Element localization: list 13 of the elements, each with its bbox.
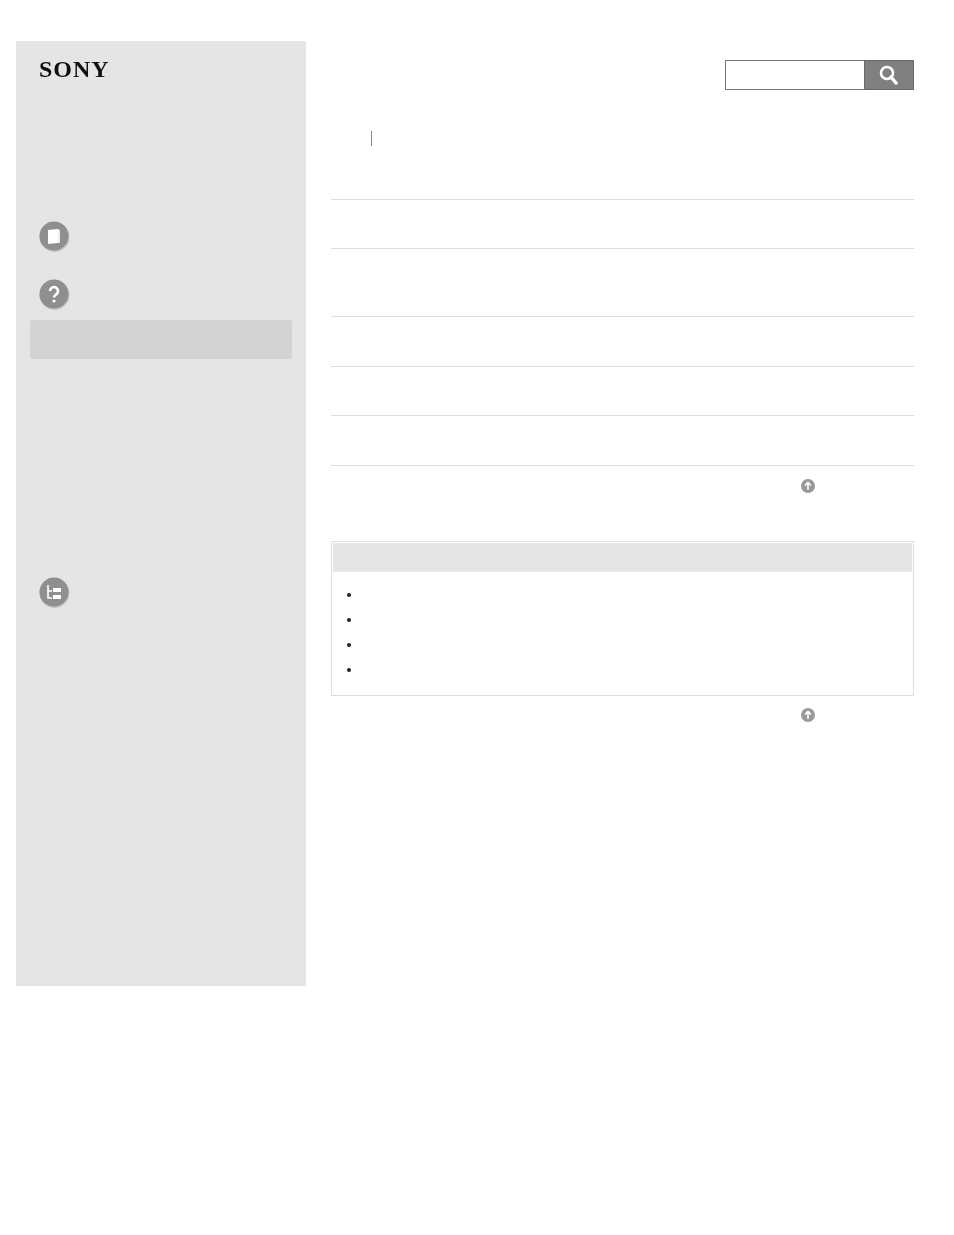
sony-logo: SONY (39, 57, 110, 81)
back-to-top-icon[interactable] (801, 708, 815, 722)
search-button[interactable] (864, 60, 914, 90)
bullet-icon (347, 618, 351, 622)
search-icon (879, 65, 899, 85)
help-icon[interactable] (39, 279, 70, 310)
bullet-icon (347, 593, 351, 597)
bullet-icon (347, 668, 351, 672)
back-to-top-icon[interactable] (801, 479, 815, 493)
search-field[interactable] (725, 60, 864, 90)
book-icon[interactable] (39, 221, 70, 252)
bullet-icon (347, 643, 351, 647)
sitemap-icon[interactable] (39, 577, 70, 608)
